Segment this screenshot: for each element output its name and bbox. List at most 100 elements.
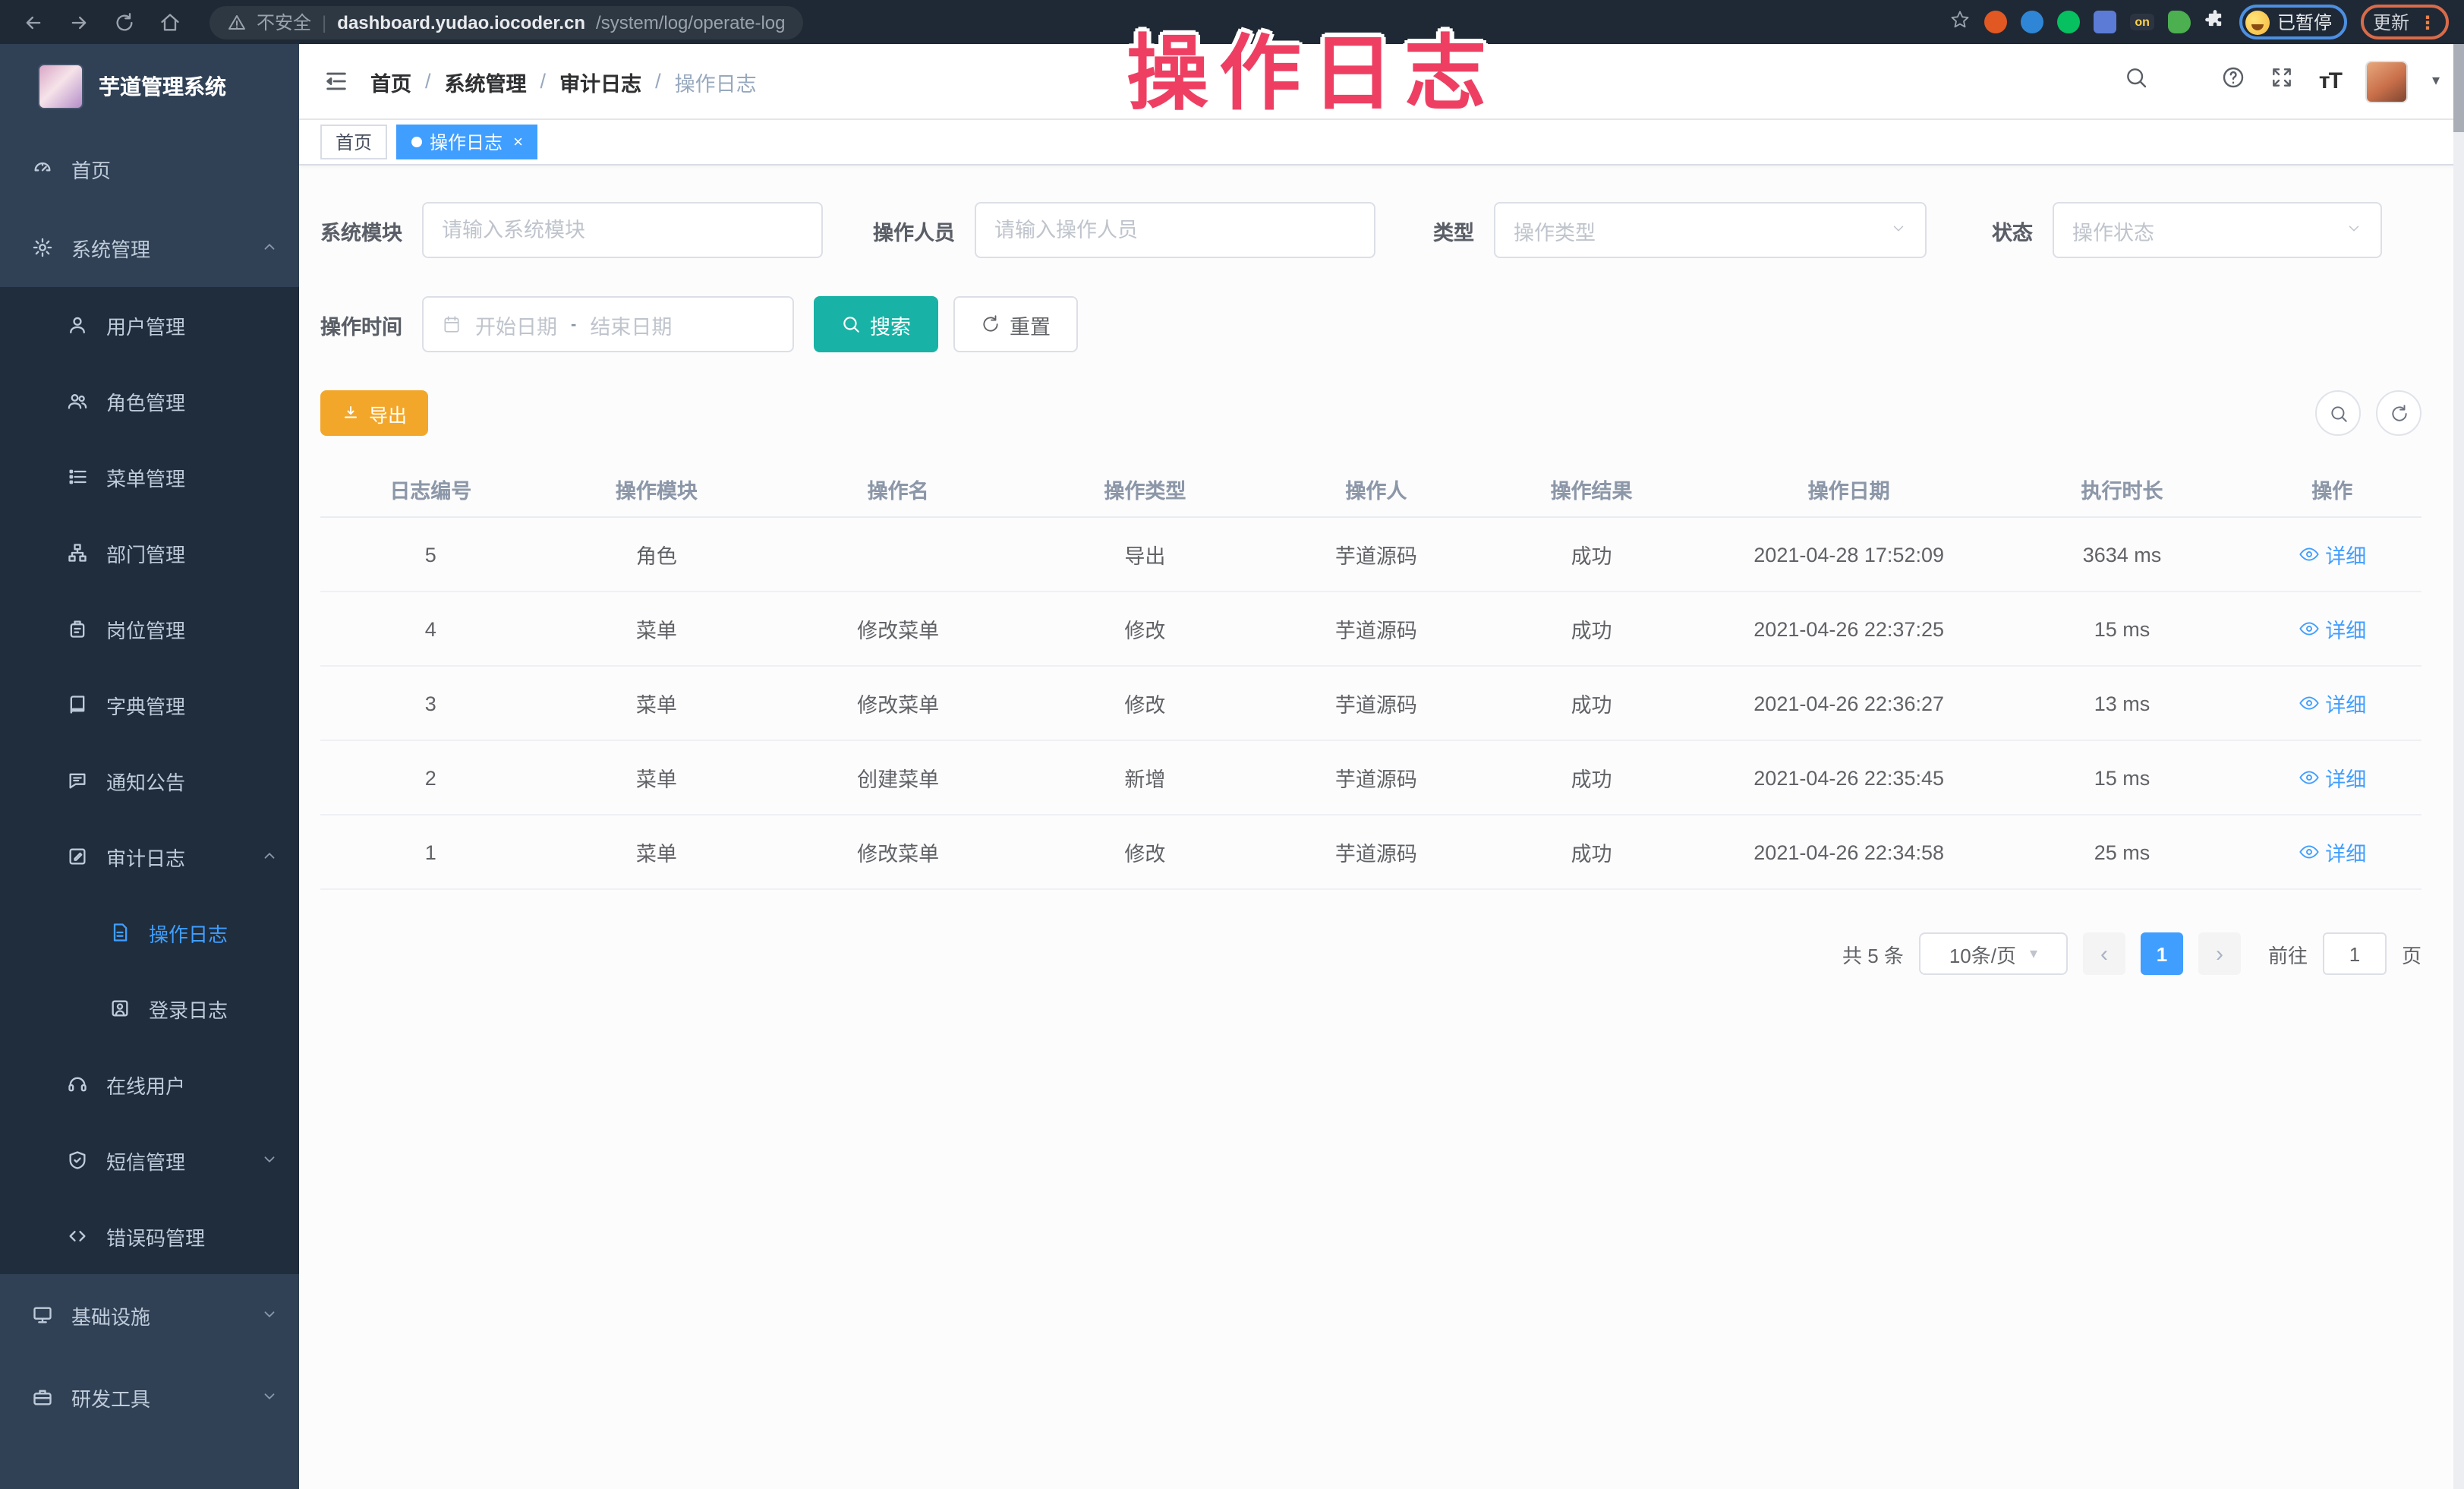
shield-check-icon bbox=[67, 1150, 88, 1171]
extension-icon[interactable] bbox=[2021, 11, 2043, 33]
detail-link[interactable]: 详细 bbox=[2298, 539, 2366, 569]
sidebar-item-infrastructure[interactable]: 基础设施 bbox=[0, 1274, 299, 1356]
extension-icon[interactable] bbox=[1984, 11, 2007, 33]
detail-link[interactable]: 详细 bbox=[2298, 614, 2366, 644]
goto-page-input[interactable] bbox=[2323, 932, 2387, 975]
sidebar: 芋道管理系统 首页 系统管理 用户管理 角色管理 bbox=[0, 44, 299, 1489]
detail-link[interactable]: 详细 bbox=[2298, 762, 2366, 793]
screen: 不安全 | dashboard.yudao.iocoder.cn /system… bbox=[0, 0, 2464, 1489]
insecure-label: 不安全 bbox=[257, 9, 311, 35]
detail-link[interactable]: 详细 bbox=[2298, 837, 2366, 867]
font-size-icon[interactable]: ᴛT bbox=[2319, 68, 2341, 94]
sidebar-item-audit-log[interactable]: 审计日志 bbox=[0, 819, 299, 894]
book-icon bbox=[67, 694, 88, 715]
detail-link[interactable]: 详细 bbox=[2298, 688, 2366, 718]
time-label: 操作时间 bbox=[320, 309, 402, 339]
sidebar-item-menu-mgmt[interactable]: 菜单管理 bbox=[0, 439, 299, 515]
table-row: 3 菜单 修改菜单 修改 芋道源码 成功 2021-04-26 22:36:27… bbox=[320, 667, 2421, 741]
document-edit-icon bbox=[109, 922, 131, 943]
sidebar-item-dict-mgmt[interactable]: 字典管理 bbox=[0, 667, 299, 743]
prev-page-button[interactable]: ‹ bbox=[2083, 932, 2125, 975]
sidebar-item-dev-tools[interactable]: 研发工具 bbox=[0, 1356, 299, 1438]
sidebar-toggle-icon[interactable] bbox=[323, 68, 349, 94]
fullscreen-icon[interactable] bbox=[2270, 65, 2295, 97]
chevron-down-icon bbox=[261, 1149, 278, 1172]
current-page-button[interactable]: 1 bbox=[2141, 932, 2183, 975]
next-page-button[interactable]: › bbox=[2198, 932, 2241, 975]
headset-icon bbox=[67, 1074, 88, 1095]
refresh-icon bbox=[2389, 403, 2409, 423]
reset-button[interactable]: 重置 bbox=[953, 296, 1078, 352]
table-header-row: 日志编号 操作模块 操作名 操作类型 操作人 操作结果 操作日期 执行时长 操作 bbox=[320, 460, 2421, 518]
export-button[interactable]: 导出 bbox=[320, 390, 428, 436]
table-row: 1 菜单 修改菜单 修改 芋道源码 成功 2021-04-26 22:34:58… bbox=[320, 815, 2421, 890]
users-icon bbox=[67, 390, 88, 412]
address-bar[interactable]: 不安全 | dashboard.yudao.iocoder.cn /system… bbox=[210, 5, 804, 39]
sidebar-item-role-mgmt[interactable]: 角色管理 bbox=[0, 363, 299, 439]
browser-forward-icon[interactable] bbox=[61, 4, 97, 40]
tag-operate-log[interactable]: 操作日志 × bbox=[396, 125, 538, 159]
search-button[interactable]: 搜索 bbox=[814, 296, 938, 352]
sidebar-item-system-mgmt[interactable]: 系统管理 bbox=[0, 208, 299, 287]
breadcrumb-home[interactable]: 首页 bbox=[370, 66, 411, 96]
scrollbar-thumb[interactable] bbox=[2453, 44, 2464, 132]
avatar-caret-icon[interactable]: ▾ bbox=[2432, 73, 2440, 90]
sidebar-item-operate-log[interactable]: 操作日志 bbox=[0, 894, 299, 970]
extension-icon[interactable] bbox=[2057, 11, 2080, 33]
sidebar-item-sms-mgmt[interactable]: 短信管理 bbox=[0, 1122, 299, 1198]
close-tag-icon[interactable]: × bbox=[513, 133, 523, 151]
status-select[interactable]: 操作状态 bbox=[2053, 202, 2382, 258]
module-label: 系统模块 bbox=[320, 215, 402, 245]
sidebar-logo[interactable]: 芋道管理系统 bbox=[0, 44, 299, 129]
browser-update-button[interactable]: 更新 ⋮ bbox=[2361, 5, 2449, 39]
refresh-table-button[interactable] bbox=[2376, 390, 2421, 436]
sidebar-item-login-log[interactable]: 登录日志 bbox=[0, 970, 299, 1046]
module-input[interactable] bbox=[422, 202, 823, 258]
browser-reload-icon[interactable] bbox=[106, 4, 143, 40]
help-icon[interactable] bbox=[2222, 65, 2246, 97]
profile-chip[interactable]: 已暂停 bbox=[2239, 5, 2347, 39]
annotation-text: 操作日志 bbox=[1126, 6, 1497, 126]
logo-image bbox=[38, 64, 83, 109]
type-select[interactable]: 操作类型 bbox=[1494, 202, 1927, 258]
show-search-button[interactable] bbox=[2315, 390, 2361, 436]
extension-icon[interactable] bbox=[2094, 11, 2116, 33]
extension-on-badge[interactable]: on bbox=[2130, 14, 2154, 30]
chevron-down-icon bbox=[2346, 219, 2362, 241]
sidebar-item-online-users[interactable]: 在线用户 bbox=[0, 1046, 299, 1122]
sidebar-item-home[interactable]: 首页 bbox=[0, 129, 299, 208]
breadcrumb-system[interactable]: 系统管理 bbox=[445, 66, 527, 96]
refresh-icon bbox=[981, 314, 1000, 334]
date-range-picker[interactable]: 开始日期 - 结束日期 bbox=[422, 296, 794, 352]
total-count: 共 5 条 bbox=[1842, 939, 1904, 968]
eye-icon bbox=[2298, 544, 2319, 565]
browser-scrollbar[interactable] bbox=[2453, 44, 2464, 1489]
goto-label: 前往 bbox=[2268, 939, 2308, 968]
system-submenu: 用户管理 角色管理 菜单管理 部门管理 岗位管理 bbox=[0, 287, 299, 1274]
operator-label: 操作人员 bbox=[873, 215, 955, 245]
extensions-puzzle-icon[interactable] bbox=[2204, 9, 2226, 35]
browser-home-icon[interactable] bbox=[152, 4, 188, 40]
table-row: 2 菜单 创建菜单 新增 芋道源码 成功 2021-04-26 22:35:45… bbox=[320, 741, 2421, 815]
operator-input[interactable] bbox=[975, 202, 1375, 258]
sidebar-item-user-mgmt[interactable]: 用户管理 bbox=[0, 287, 299, 363]
page-size-select[interactable]: 10条/页 ▾ bbox=[1919, 932, 2068, 975]
breadcrumb-audit[interactable]: 审计日志 bbox=[559, 66, 641, 96]
browser-back-icon[interactable] bbox=[15, 4, 52, 40]
sidebar-item-post-mgmt[interactable]: 岗位管理 bbox=[0, 591, 299, 667]
toolbox-icon bbox=[32, 1386, 53, 1408]
github-icon[interactable] bbox=[2173, 65, 2198, 97]
browser-menu-icon[interactable]: ⋮ bbox=[2418, 11, 2437, 33]
url-domain: dashboard.yudao.iocoder.cn bbox=[337, 11, 585, 33]
search-icon bbox=[2328, 403, 2348, 423]
eye-icon bbox=[2298, 767, 2319, 788]
extension-leaf-icon[interactable] bbox=[2168, 11, 2191, 33]
user-avatar[interactable] bbox=[2365, 60, 2408, 103]
search-icon[interactable] bbox=[2125, 65, 2149, 97]
bookmark-star-icon[interactable] bbox=[1949, 9, 1971, 35]
sidebar-item-dept-mgmt[interactable]: 部门管理 bbox=[0, 515, 299, 591]
sidebar-item-error-code[interactable]: 错误码管理 bbox=[0, 1198, 299, 1274]
tag-home[interactable]: 首页 bbox=[320, 125, 387, 159]
warning-icon bbox=[228, 13, 246, 31]
sidebar-item-notice[interactable]: 通知公告 bbox=[0, 743, 299, 819]
